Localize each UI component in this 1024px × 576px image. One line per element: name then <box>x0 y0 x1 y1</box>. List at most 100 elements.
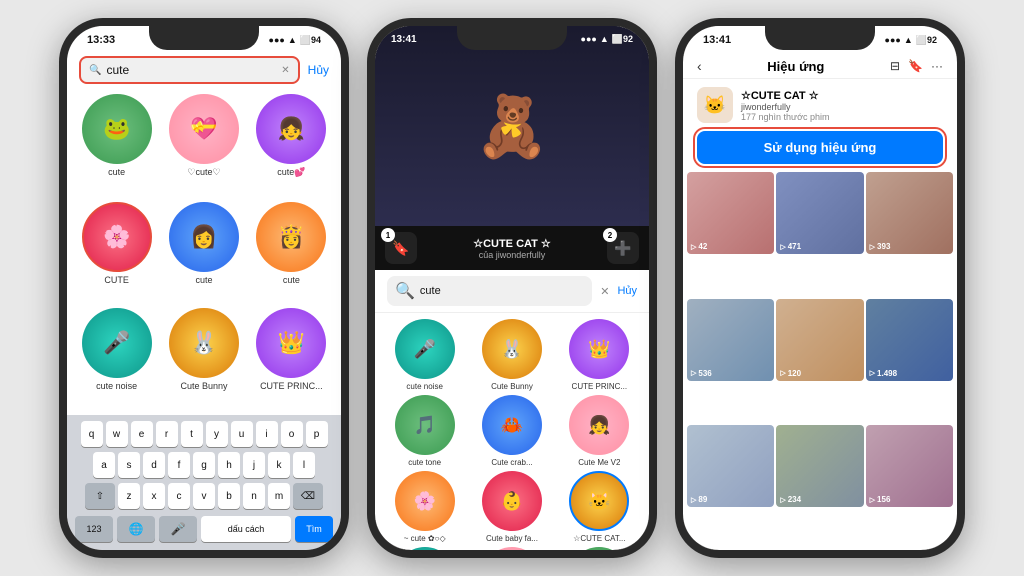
search-value-1[interactable]: cute <box>106 63 276 77</box>
key-i[interactable]: i <box>256 421 278 447</box>
key-u[interactable]: u <box>231 421 253 447</box>
list-item[interactable]: 🎤 cute noise <box>383 319 466 391</box>
key-d[interactable]: d <box>143 452 165 478</box>
key-space[interactable]: dấu cách <box>201 516 291 542</box>
filter-thumb: 🎁 <box>395 547 455 550</box>
video-cell[interactable]: ▷393 <box>866 172 953 254</box>
key-123[interactable]: 123 <box>75 516 113 542</box>
bookmark-header-icon[interactable]: 🔖 <box>908 59 923 73</box>
search-text-2[interactable]: cute <box>420 285 441 297</box>
video-cell[interactable]: ▷471 <box>776 172 863 254</box>
video-cell[interactable]: ▷536 <box>687 299 774 381</box>
list-item[interactable]: 💝 ♡cute♡ <box>162 94 245 198</box>
search-input-2[interactable]: 🔍 cute <box>387 276 592 306</box>
list-item[interactable]: 🦀 Cute crab... <box>470 395 553 467</box>
key-x[interactable]: x <box>143 483 165 509</box>
list-item[interactable]: 🐰 Cute Bunny <box>470 319 553 391</box>
filter-thumb: 🦀 <box>482 395 542 455</box>
filter-label: cute noise <box>406 382 442 391</box>
filter-label: cute💕 <box>277 167 305 178</box>
clear-icon-1[interactable]: ✕ <box>281 65 289 76</box>
list-item[interactable]: 👶 Cute baby fa... <box>470 471 553 543</box>
key-r[interactable]: r <box>156 421 178 447</box>
video-cell[interactable]: ▷1.498 <box>866 299 953 381</box>
key-l[interactable]: l <box>293 452 315 478</box>
filter-thumb: 🎵 <box>395 395 455 455</box>
author-section: 🐱 ☆CUTE CAT ☆ jiwonderfully 177 nghìn th… <box>683 79 957 131</box>
list-item[interactable]: 💕 heart cute 💕 <box>470 547 553 550</box>
list-item[interactable]: 🐰 Cute Bunny <box>162 308 245 411</box>
key-c[interactable]: c <box>168 483 190 509</box>
key-v[interactable]: v <box>193 483 215 509</box>
list-item[interactable]: 🎁 !} cute pack <box>383 547 466 550</box>
list-item[interactable]: 👧 Cute Me V2 <box>558 395 641 467</box>
list-item[interactable]: 👑 CUTE PRINC... <box>250 308 333 411</box>
cancel-button-1[interactable]: Hủy <box>308 63 329 77</box>
use-effect-button[interactable]: Sử dụng hiệu ứng <box>697 131 943 164</box>
list-item[interactable]: 🌸 ~ cute ✿○◇ <box>383 471 466 543</box>
status-icons-3: ●●● ▲ ⬜92 <box>885 35 937 46</box>
list-item[interactable]: 🌷 So cute 🌷 <box>558 547 641 550</box>
key-s[interactable]: s <box>118 452 140 478</box>
search-input-wrap-1[interactable]: 🔍 cute ✕ <box>79 56 300 84</box>
key-y[interactable]: y <box>206 421 228 447</box>
video-cell[interactable]: ▷120 <box>776 299 863 381</box>
list-item[interactable]: 👧 cute💕 <box>250 94 333 198</box>
list-item[interactable]: 🎵 cute tone <box>383 395 466 467</box>
back-button[interactable]: ‹ <box>697 58 702 74</box>
key-o[interactable]: o <box>281 421 303 447</box>
filter-thumb: 👸 <box>256 202 326 272</box>
video-cell[interactable]: ▷234 <box>776 425 863 507</box>
search-bar-1: 🔍 cute ✕ Hủy <box>67 50 341 90</box>
key-g[interactable]: g <box>193 452 215 478</box>
key-w[interactable]: w <box>106 421 128 447</box>
play-icon: ▷ <box>870 369 875 377</box>
key-t[interactable]: t <box>181 421 203 447</box>
key-search[interactable]: Tìm <box>295 516 333 542</box>
video-count: ▷1.498 <box>870 369 897 378</box>
key-h[interactable]: h <box>218 452 240 478</box>
filter-label: cute noise <box>96 381 137 391</box>
filter-thumb: 🌷 <box>569 547 629 550</box>
key-k[interactable]: k <box>268 452 290 478</box>
more-icon[interactable]: ··· <box>931 59 943 73</box>
clear-icon-2[interactable]: ✕ <box>600 285 609 298</box>
key-b[interactable]: b <box>218 483 240 509</box>
key-mic[interactable]: 🎤 <box>159 516 197 542</box>
key-a[interactable]: a <box>93 452 115 478</box>
key-e[interactable]: e <box>131 421 153 447</box>
key-f[interactable]: f <box>168 452 190 478</box>
list-item[interactable]: 👩 cute <box>162 202 245 305</box>
video-cell[interactable]: ▷156 <box>866 425 953 507</box>
key-z[interactable]: z <box>118 483 140 509</box>
key-p[interactable]: p <box>306 421 328 447</box>
key-shift[interactable]: ⇧ <box>85 483 115 509</box>
key-j[interactable]: j <box>243 452 265 478</box>
key-q[interactable]: q <box>81 421 103 447</box>
key-emoji[interactable]: 🌐 <box>117 516 155 542</box>
list-item[interactable]: 🐸 cute <box>75 94 158 198</box>
cancel-button-2[interactable]: Hủy <box>617 285 637 297</box>
filter-thumb: 💕 <box>482 547 542 550</box>
preview-area: 13:41 ●●● ▲ ⬜92 🧸 <box>375 26 649 226</box>
phone-1: 13:33 ●●● ▲ ⬜94 🔍 cute ✕ Hủy 🐸 cute 💝 <box>59 18 349 558</box>
key-n[interactable]: n <box>243 483 265 509</box>
header-title: Hiệu ứng <box>767 59 824 74</box>
key-m[interactable]: m <box>268 483 290 509</box>
filter-thumb-selected: 🐱 <box>569 471 629 531</box>
add-filter-button[interactable]: ➕ 2 <box>607 232 639 264</box>
phone-3: 13:41 ●●● ▲ ⬜92 ‹ Hiệu ứng ⊟ 🔖 ··· 🐱 ☆CU… <box>675 18 965 558</box>
list-item[interactable]: 🐱 ☆CUTE CAT... <box>558 471 641 543</box>
filter-icon[interactable]: ⊟ <box>890 59 900 73</box>
video-cell[interactable]: ▷89 <box>687 425 774 507</box>
bookmark-button[interactable]: 🔖 1 <box>385 232 417 264</box>
search-bar-2: 🔍 cute ✕ Hủy <box>375 270 649 313</box>
list-item[interactable]: 🌸 CUTE <box>75 202 158 305</box>
list-item[interactable]: 👸 cute <box>250 202 333 305</box>
list-item[interactable]: 👑 CUTE PRINC... <box>558 319 641 391</box>
filter-thumb: 🐰 <box>169 308 239 378</box>
key-delete[interactable]: ⌫ <box>293 483 323 509</box>
video-cell[interactable]: ▷42 <box>687 172 774 254</box>
video-count: ▷42 <box>691 242 707 251</box>
list-item[interactable]: 🎤 cute noise <box>75 308 158 411</box>
